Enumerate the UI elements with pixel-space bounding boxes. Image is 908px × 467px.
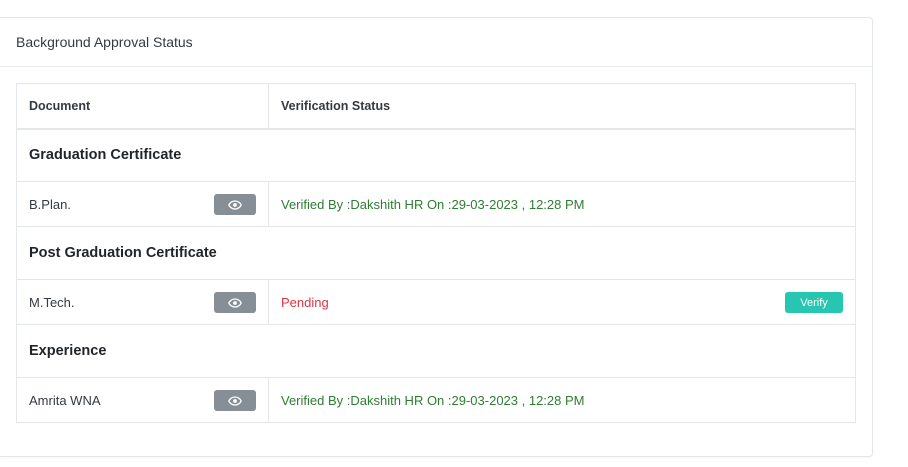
group-row: Post Graduation Certificate: [16, 226, 856, 280]
verification-status-text: Verified By :Dakshith HR On :29-03-2023 …: [281, 196, 585, 212]
group-title: Experience: [16, 324, 856, 378]
column-header-verification-status: Verification Status: [268, 83, 856, 130]
status-cell: Pending Verify: [268, 279, 856, 325]
approval-table-wrapper: Document Verification Status Graduation …: [16, 83, 856, 423]
view-document-button[interactable]: [214, 390, 256, 411]
verification-status-text: Pending: [281, 294, 329, 310]
group-row: Graduation Certificate: [16, 128, 856, 182]
document-cell: M.Tech.: [16, 279, 269, 325]
group-title: Graduation Certificate: [16, 128, 856, 182]
eye-icon: [228, 297, 242, 308]
document-name: B.Plan.: [29, 196, 71, 212]
group-title: Post Graduation Certificate: [16, 226, 856, 280]
eye-icon: [228, 395, 242, 406]
document-cell: B.Plan.: [16, 181, 269, 227]
group-row: Experience: [16, 324, 856, 378]
status-cell: Verified By :Dakshith HR On :29-03-2023 …: [268, 181, 856, 227]
table-row: M.Tech. Pending Verify: [16, 279, 856, 325]
card-header: Background Approval Status: [0, 18, 872, 67]
eye-icon: [228, 199, 242, 210]
table-header-row: Document Verification Status: [16, 83, 856, 130]
document-name: Amrita WNA: [29, 392, 101, 408]
document-cell: Amrita WNA: [16, 377, 269, 423]
approval-status-card: Background Approval Status Document Veri…: [0, 17, 873, 457]
column-header-document: Document: [16, 83, 269, 130]
table-row: Amrita WNA Verified By :Dakshith HR On :…: [16, 377, 856, 423]
view-document-button[interactable]: [214, 194, 256, 215]
verify-button[interactable]: Verify: [785, 292, 843, 313]
table-row: B.Plan. Verified By :Dakshith HR On :29-…: [16, 181, 856, 227]
document-name: M.Tech.: [29, 294, 75, 310]
view-document-button[interactable]: [214, 292, 256, 313]
approval-table: Document Verification Status Graduation …: [16, 83, 856, 423]
verification-status-text: Verified By :Dakshith HR On :29-03-2023 …: [281, 392, 585, 408]
status-cell: Verified By :Dakshith HR On :29-03-2023 …: [268, 377, 856, 423]
card-title: Background Approval Status: [16, 34, 193, 50]
